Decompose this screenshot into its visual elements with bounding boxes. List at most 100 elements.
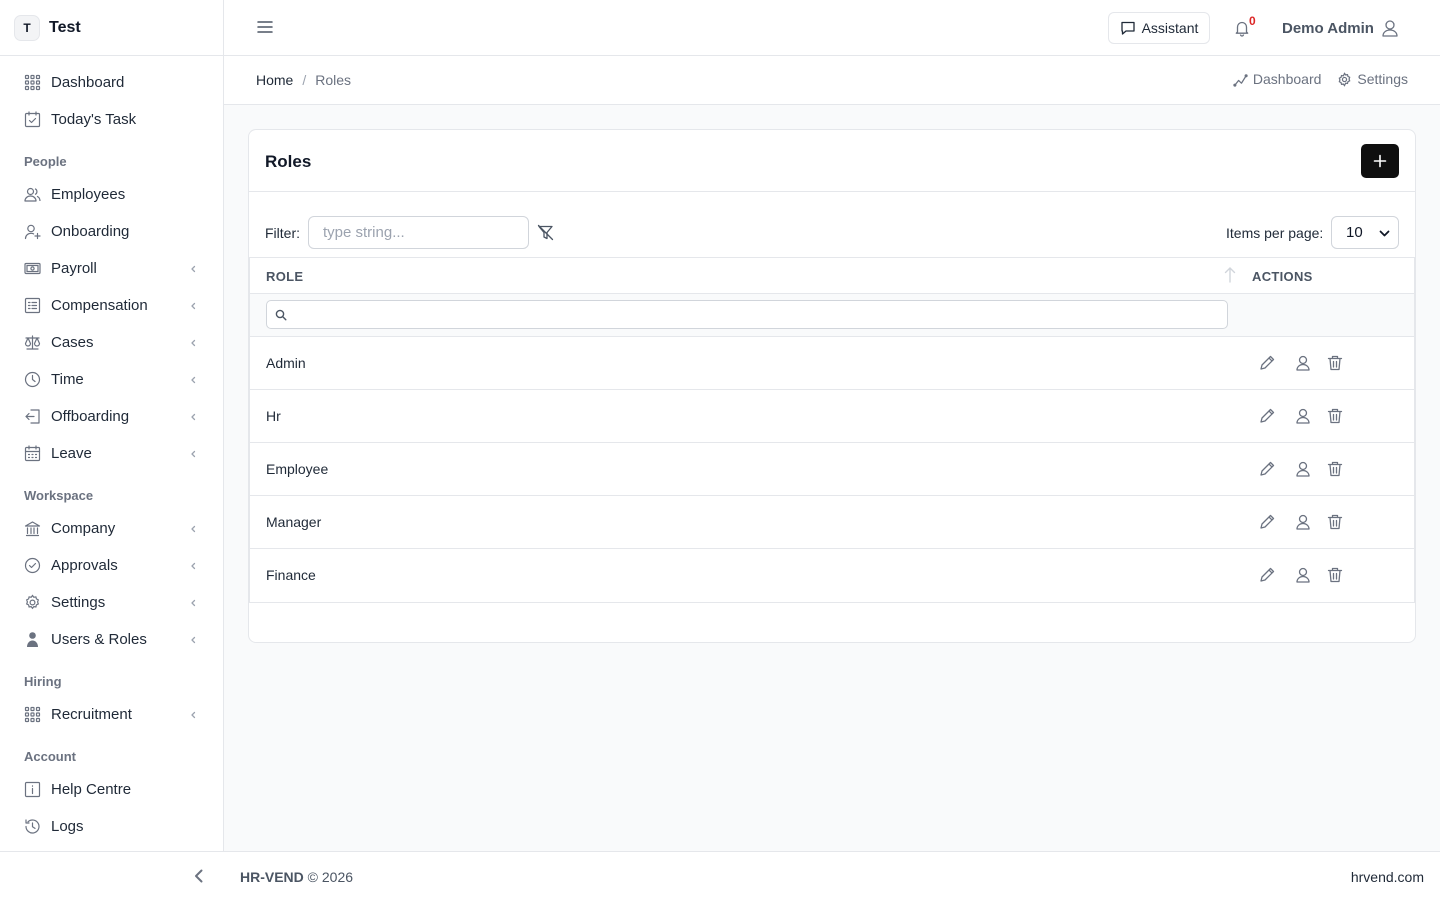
- sidebar-item-onboarding[interactable]: Onboarding: [0, 213, 223, 250]
- column-search-row: [250, 294, 1414, 337]
- collapse-sidebar-icon[interactable]: [191, 868, 207, 884]
- sidebar-item-label: Payroll: [51, 260, 97, 277]
- table-row: Admin: [250, 337, 1414, 390]
- sidebar-item-payroll[interactable]: Payroll: [0, 250, 223, 287]
- user-add-icon: [24, 223, 41, 240]
- user-avatar-icon[interactable]: [1380, 18, 1400, 38]
- sidebar-item-users-roles[interactable]: Users & Roles: [0, 621, 223, 658]
- grid-icon: [24, 74, 41, 91]
- page-title: Roles: [265, 152, 312, 171]
- trash-icon[interactable]: [1326, 407, 1344, 425]
- sidebar-item-offboarding[interactable]: Offboarding: [0, 398, 223, 435]
- list-icon: [24, 297, 41, 314]
- chevron-left-icon: [189, 450, 197, 458]
- user-icon[interactable]: [1294, 354, 1312, 372]
- user-icon[interactable]: [1294, 513, 1312, 531]
- sidebar-item-label: Time: [51, 371, 84, 388]
- chevron-left-icon: [189, 636, 197, 644]
- assistant-button[interactable]: Assistant: [1108, 12, 1210, 44]
- sidebar-item-compensation[interactable]: Compensation: [0, 287, 223, 324]
- footer-site-link[interactable]: hrvend.com: [1351, 869, 1424, 885]
- role-name: Employee: [266, 461, 329, 477]
- edit-icon[interactable]: [1258, 513, 1276, 531]
- filter-input[interactable]: [308, 216, 529, 249]
- history-icon: [24, 818, 41, 835]
- table-row: Employee: [250, 443, 1414, 496]
- user-icon[interactable]: [1294, 566, 1312, 584]
- plus-icon: [1373, 154, 1387, 168]
- trash-icon[interactable]: [1326, 460, 1344, 478]
- menu-toggle-icon[interactable]: [256, 18, 274, 36]
- sidebar-item-company[interactable]: Company: [0, 510, 223, 547]
- sidebar-item-label: Compensation: [51, 297, 148, 314]
- filter-clear-icon[interactable]: [537, 224, 554, 241]
- sidebar-item-label: Employees: [51, 186, 126, 203]
- role-name: Finance: [266, 567, 316, 583]
- roles-card: Roles Filter: Items per page: 10 ROLE AC…: [248, 129, 1416, 643]
- add-role-button[interactable]: [1361, 144, 1399, 178]
- quick-link-dashboard-label: Dashboard: [1252, 71, 1322, 87]
- table-row: Manager: [250, 496, 1414, 549]
- chevron-left-icon: [189, 376, 197, 384]
- gear-icon: [24, 594, 41, 611]
- sidebar-item-dashboard[interactable]: Dashboard: [0, 64, 223, 101]
- brand[interactable]: T Test: [0, 0, 223, 56]
- sidebar-item-leave[interactable]: Leave: [0, 435, 223, 472]
- sidebar-item-cases[interactable]: Cases: [0, 324, 223, 361]
- user-shield-icon: [24, 631, 41, 648]
- sidebar-item-recruitment[interactable]: Recruitment: [0, 696, 223, 733]
- chevron-left-icon: [189, 413, 197, 421]
- sidebar-item-label: Cases: [51, 334, 94, 351]
- sidebar-item-label: Help Centre: [51, 781, 132, 798]
- footer-brand: HR-VEND: [240, 869, 304, 885]
- check-circle-icon: [24, 557, 41, 574]
- role-name: Hr: [266, 408, 281, 424]
- trash-icon[interactable]: [1326, 566, 1344, 584]
- chevron-left-icon: [189, 562, 197, 570]
- table-toolbar: Filter: Items per page: 10: [249, 216, 1415, 250]
- sidebar-nav: Dashboard Today's Task People Employees Onbo…: [0, 56, 223, 845]
- sidebar-section-title: Hiring: [24, 674, 62, 689]
- filter-label: Filter:: [265, 225, 300, 241]
- sidebar-item-time[interactable]: Time: [0, 361, 223, 398]
- assistant-label: Assistant: [1141, 20, 1199, 36]
- role-column-search-input[interactable]: [266, 300, 1228, 329]
- sort-arrow-up-icon[interactable]: [1223, 266, 1237, 284]
- sidebar-item-logs[interactable]: Logs: [0, 808, 223, 845]
- money-icon: [24, 260, 41, 277]
- items-per-page-select[interactable]: 10: [1331, 216, 1399, 249]
- edit-icon[interactable]: [1258, 407, 1276, 425]
- quick-link-settings[interactable]: Settings: [1337, 71, 1408, 87]
- sidebar-item-employees[interactable]: Employees: [0, 176, 223, 213]
- items-per-page-value: 10: [1346, 224, 1363, 241]
- edit-icon[interactable]: [1258, 354, 1276, 372]
- edit-icon[interactable]: [1258, 566, 1276, 584]
- trash-icon[interactable]: [1326, 354, 1344, 372]
- chart-line-icon: [1233, 73, 1248, 87]
- card-header: Roles: [249, 130, 1415, 192]
- quick-link-dashboard[interactable]: Dashboard: [1233, 71, 1322, 87]
- sidebar-section-title: Workspace: [24, 488, 94, 503]
- sidebar-item-settings[interactable]: Settings: [0, 584, 223, 621]
- sidebar-item-label: Settings: [51, 594, 106, 611]
- sidebar-item-label: Dashboard: [51, 74, 125, 91]
- chat-icon: [1120, 21, 1135, 35]
- sidebar-item-approvals[interactable]: Approvals: [0, 547, 223, 584]
- scale-icon: [24, 334, 41, 351]
- sidebar-item-todays-task[interactable]: Today's Task: [0, 101, 223, 138]
- edit-icon[interactable]: [1258, 460, 1276, 478]
- notification-count-badge: 0: [1249, 14, 1256, 28]
- sidebar-item-label: Offboarding: [51, 408, 130, 425]
- user-icon[interactable]: [1294, 460, 1312, 478]
- user-icon[interactable]: [1294, 407, 1312, 425]
- breadcrumb-separator: /: [302, 72, 307, 88]
- sidebar-item-label: Onboarding: [51, 223, 130, 240]
- search-icon: [275, 309, 287, 321]
- sidebar-item-label: Recruitment: [51, 706, 132, 723]
- user-name[interactable]: Demo Admin: [1282, 20, 1374, 37]
- breadcrumb-home-link[interactable]: Home: [256, 72, 293, 88]
- trash-icon[interactable]: [1326, 513, 1344, 531]
- role-name: Manager: [266, 514, 322, 530]
- column-header-role[interactable]: ROLE: [266, 269, 303, 284]
- sidebar-item-help-centre[interactable]: Help Centre: [0, 771, 223, 808]
